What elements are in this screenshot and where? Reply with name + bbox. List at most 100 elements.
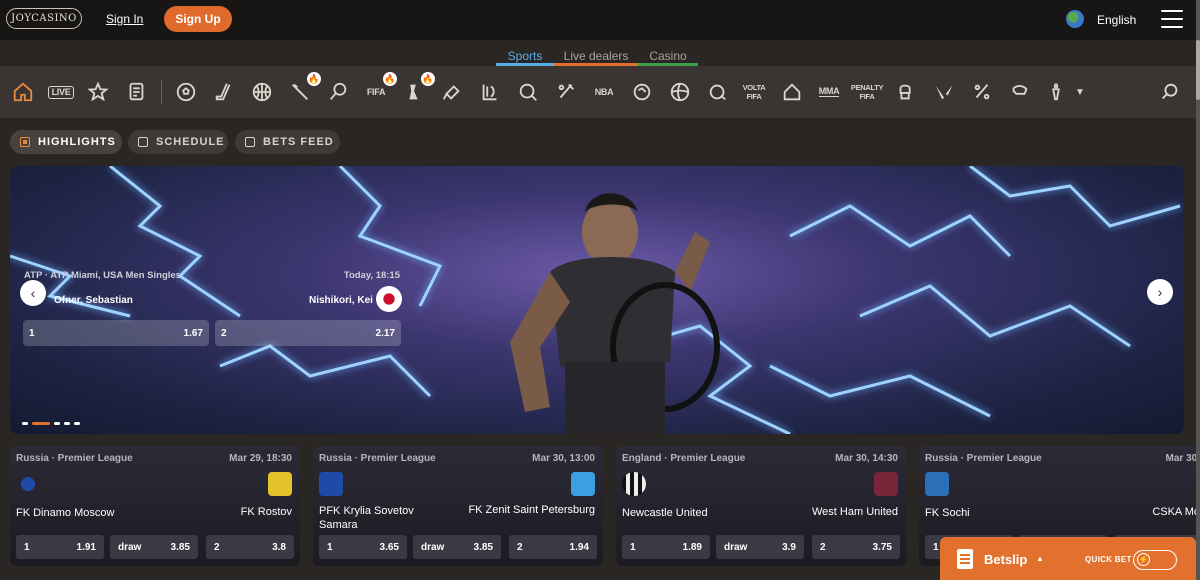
sports-icon-bar: LIVE 🔥 FIFA 🔥 🔥 NBA VOLTA FIFA MMA PENAL… xyxy=(0,66,1196,118)
odd-button[interactable]: 2 3.8 xyxy=(206,535,294,559)
match-card[interactable]: England · Premier League Mar 30, 14:30 N… xyxy=(616,446,906,566)
soccer-icon[interactable] xyxy=(173,80,199,104)
odd-button[interactable]: draw 3.9 xyxy=(716,535,804,559)
team-crest-icon xyxy=(319,472,343,496)
odd-button[interactable]: 2 3.75 xyxy=(812,535,900,559)
mma-icon[interactable]: MMA xyxy=(816,80,842,104)
carousel-dot[interactable] xyxy=(74,422,80,425)
carousel-dot[interactable] xyxy=(54,422,60,425)
esports-lol-icon[interactable] xyxy=(477,80,503,104)
bets-feed-filter-button[interactable]: BETS FEED xyxy=(235,130,340,154)
tab-casino[interactable]: Casino xyxy=(638,49,698,63)
virtual-horse-racing-icon[interactable] xyxy=(1007,80,1033,104)
list-icon xyxy=(245,137,255,147)
coupon-icon[interactable] xyxy=(123,80,149,104)
esports-dota-icon[interactable]: 🔥 xyxy=(401,72,435,104)
team-crest-icon xyxy=(622,472,646,496)
odd-label: 2 xyxy=(820,541,826,553)
cricket-icon[interactable] xyxy=(553,80,579,104)
virtual-racing-icon[interactable] xyxy=(779,80,805,104)
odd-value: 3.8 xyxy=(272,541,286,553)
globe-icon[interactable] xyxy=(1066,10,1084,28)
esports-valorant-v-icon[interactable] xyxy=(931,80,957,104)
odd-button[interactable]: 2 1.94 xyxy=(509,535,597,559)
volta-fifa-icon[interactable]: VOLTA FIFA xyxy=(741,80,767,104)
nba-2k-icon[interactable]: NBA xyxy=(591,80,617,104)
hockey-icon[interactable] xyxy=(211,80,237,104)
volta-label: VOLTA FIFA xyxy=(742,83,766,101)
odd-button[interactable]: 1 1.89 xyxy=(622,535,710,559)
team-1-name: PFK Krylia Sovetov Samara xyxy=(319,505,414,531)
tennis-player-image xyxy=(510,193,720,434)
torch-icon[interactable] xyxy=(1043,80,1069,104)
sign-in-link[interactable]: Sign In xyxy=(106,12,143,26)
highlights-filter-button[interactable]: HIGHLIGHTS xyxy=(10,130,122,154)
odd-value: 3.9 xyxy=(782,541,796,553)
team-2-name: West Ham United xyxy=(812,506,898,518)
tab-live-dealers[interactable]: Live dealers xyxy=(554,49,638,63)
betslip-label: Betslip xyxy=(984,552,1028,567)
odd-label: 1 xyxy=(24,541,30,553)
odd-button[interactable]: 1 1.91 xyxy=(16,535,104,559)
nba-label: NBA xyxy=(594,86,614,97)
language-selector[interactable]: English xyxy=(1097,13,1136,27)
betslip-panel[interactable]: Betslip ▲ QUICK BET ⚡ xyxy=(940,537,1196,580)
esports-counter-strike-icon[interactable]: 🔥 xyxy=(287,72,321,104)
featured-player-1: Ofner, Sebastian xyxy=(54,295,133,306)
odd-button[interactable]: 1 3.65 xyxy=(319,535,407,559)
team-crest-icon xyxy=(268,472,292,496)
odd-button[interactable]: draw 3.85 xyxy=(110,535,198,559)
team-crest-icon xyxy=(16,472,40,496)
hot-fire-icon: 🔥 xyxy=(421,72,435,86)
match-card[interactable]: Russia · Premier League Mar 29, 18:30 FK… xyxy=(10,446,300,566)
esports-rocket-league-icon[interactable] xyxy=(705,80,731,104)
odd-value: 2.17 xyxy=(375,327,395,339)
carousel-dot[interactable] xyxy=(64,422,70,425)
schedule-filter-button[interactable]: SCHEDULE xyxy=(128,130,228,154)
joycasino-logo[interactable]: JOYCASINO xyxy=(6,8,82,29)
team-crest-icon xyxy=(874,472,898,496)
featured-banner[interactable]: ‹ › ATP · ATP Miami, USA Men Singles Tod… xyxy=(10,166,1184,434)
boxing-glove-icon[interactable] xyxy=(893,80,919,104)
favorites-star-icon[interactable] xyxy=(85,80,111,104)
live-icon[interactable]: LIVE xyxy=(47,80,75,104)
virtual-cricket-icon[interactable] xyxy=(969,80,995,104)
penalty-fifa-icon[interactable]: PENALTY FIFA xyxy=(850,80,884,104)
match-date: Mar 29, 18:30 xyxy=(229,453,292,464)
odd-label: draw xyxy=(421,541,445,553)
tennis-icon[interactable] xyxy=(325,80,351,104)
live-label: LIVE xyxy=(47,85,75,99)
volleyball-ball-icon[interactable] xyxy=(667,80,693,104)
lightning-icon: ⚡ xyxy=(1137,553,1150,566)
page-scrollbar-thumb[interactable] xyxy=(1196,40,1200,100)
tab-sports[interactable]: Sports xyxy=(496,49,554,63)
odd-label: 1 xyxy=(630,541,636,553)
basketball-icon[interactable] xyxy=(249,80,275,104)
odd-button[interactable]: draw 3.85 xyxy=(413,535,501,559)
chevron-down-icon[interactable]: ▼ xyxy=(1070,80,1090,104)
fifa-icon[interactable]: FIFA 🔥 xyxy=(363,72,397,104)
home-icon[interactable] xyxy=(10,80,36,104)
volleyball-icon[interactable] xyxy=(515,80,541,104)
odd-value: 3.85 xyxy=(473,541,493,553)
carousel-dot-active[interactable] xyxy=(32,422,50,425)
featured-odd-2-button[interactable]: 2 2.17 xyxy=(215,320,401,346)
quick-bet-toggle[interactable]: ⚡ xyxy=(1133,550,1177,570)
search-icon[interactable] xyxy=(1157,80,1183,104)
match-league: Russia · Premier League xyxy=(925,453,1042,464)
carousel-dot[interactable] xyxy=(22,422,28,425)
sign-up-button[interactable]: Sign Up xyxy=(164,6,232,32)
match-card[interactable]: Russia · Premier League Mar 30, 13:00 PF… xyxy=(313,446,603,566)
odd-value: 1.94 xyxy=(569,541,589,553)
banner-next-button[interactable]: › xyxy=(1147,279,1173,305)
table-tennis-icon[interactable] xyxy=(439,80,465,104)
banner-prev-button[interactable]: ‹ xyxy=(20,280,46,306)
penalty-label: PENALTY FIFA xyxy=(850,83,884,101)
menu-icon[interactable] xyxy=(1161,10,1183,28)
japan-flag-icon xyxy=(376,286,402,312)
featured-odd-1-button[interactable]: 1 1.67 xyxy=(23,320,209,346)
match-date: Mar 30, 14:30 xyxy=(835,453,898,464)
caret-up-icon[interactable]: ▲ xyxy=(1036,554,1044,563)
esports-valorant-icon[interactable] xyxy=(629,80,655,104)
odd-label: 1 xyxy=(327,541,333,553)
